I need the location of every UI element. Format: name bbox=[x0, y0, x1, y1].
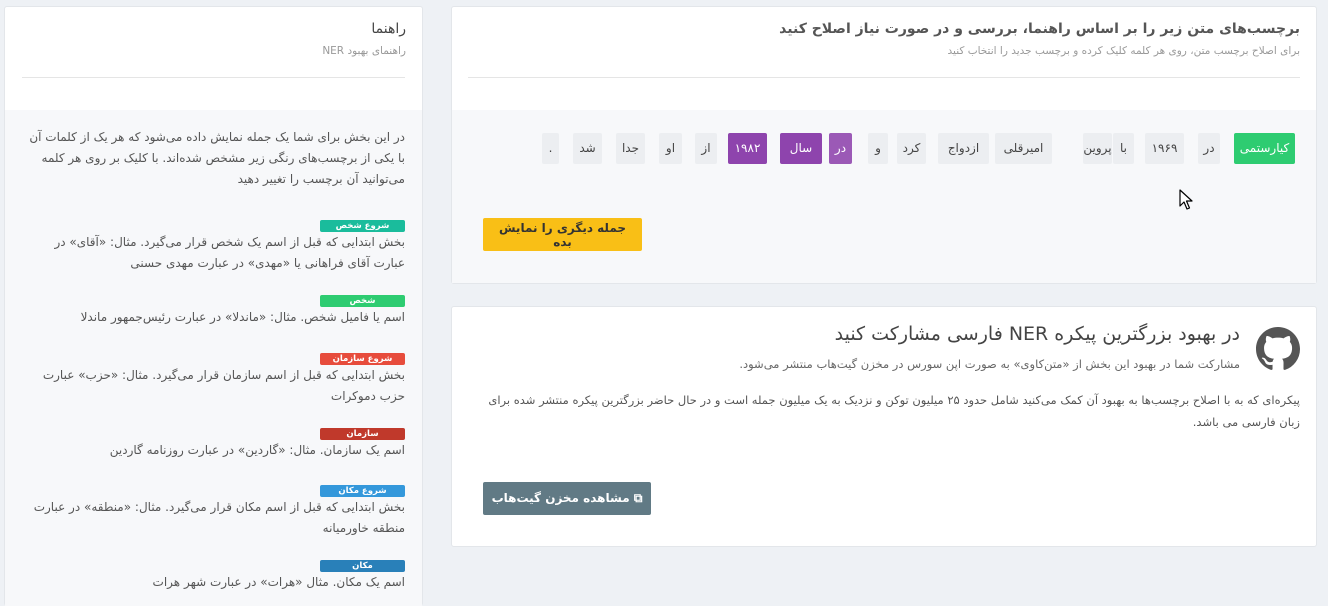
sentence-token[interactable]: ۱۹۶۹ bbox=[1145, 133, 1184, 164]
sentence-card-subtitle: برای اصلاح برچسب متن، روی هر کلمه کلیک ک… bbox=[947, 45, 1300, 57]
contribute-title: در بهبود بزرگترین پیکره NER فارسی مشارکت… bbox=[834, 323, 1240, 345]
sentence-token[interactable]: او bbox=[659, 133, 682, 164]
tag-legend-item: سازمان اسم یک سازمان. مثال: «گاردین» در ع… bbox=[27, 421, 405, 461]
tag-legend-item: شروع مکان بخش ابتدایی که قبل از اسم مکان … bbox=[27, 478, 405, 539]
sentence-token[interactable]: کرد bbox=[897, 133, 926, 164]
tag-legend-item: شروع شخص بخش ابتدایی که قبل از اسم یک شخص… bbox=[27, 213, 405, 274]
tag-badge: شخص bbox=[320, 295, 405, 307]
contribute-subtitle: مشارکت شما در بهبود این بخش از «متن‌کاوی… bbox=[739, 357, 1240, 371]
tag-description: بخش ابتدایی که قبل از اسم مکان قرار می‌گ… bbox=[33, 500, 405, 535]
sentence-token[interactable]: در bbox=[829, 133, 852, 164]
sentence-token[interactable]: پروین bbox=[1083, 133, 1112, 164]
sentence-token[interactable]: سال bbox=[780, 133, 822, 164]
tag-description: بخش ابتدایی که قبل از اسم یک شخص قرار می… bbox=[54, 235, 405, 270]
tag-badge: مکان bbox=[320, 560, 405, 572]
tag-description: اسم یا فامیل شخص. مثال: «ماندلا» در عبار… bbox=[80, 310, 405, 324]
divider bbox=[468, 77, 1300, 78]
view-github-label: مشاهده مخزن گیت‌هاب bbox=[491, 491, 630, 505]
guide-panel: راهنما راهنمای بهبود NER در این بخش برای… bbox=[4, 6, 423, 606]
divider bbox=[22, 77, 405, 78]
tag-legend-item: مکان اسم یک مکان. مثال «هرات» در عبارت شه… bbox=[27, 553, 405, 593]
tag-badge: سازمان bbox=[320, 428, 405, 440]
sentence-card: برچسب‌های متن زیر را بر اساس راهنما، برر… bbox=[451, 6, 1317, 284]
sentence-token[interactable]: و bbox=[868, 133, 888, 164]
contribute-body: پیکره‌ای که به با اصلاح برچسب‌ها به بهبو… bbox=[488, 393, 1300, 429]
sentence-token[interactable]: ۱۹۸۲ bbox=[728, 133, 767, 164]
sentence-token[interactable]: با bbox=[1113, 133, 1134, 164]
guide-header: راهنما راهنمای بهبود NER bbox=[5, 7, 422, 116]
github-icon bbox=[1256, 327, 1300, 370]
tag-description: اسم یک مکان. مثال «هرات» در عبارت شهر هر… bbox=[152, 575, 405, 589]
sentence-token[interactable]: ازدواج bbox=[938, 133, 989, 164]
tag-badge: شروع شخص bbox=[320, 220, 405, 232]
mouse-cursor-icon bbox=[1179, 189, 1193, 210]
sentence-token[interactable]: امیرقلی bbox=[995, 133, 1052, 164]
sentence-token[interactable]: شد bbox=[573, 133, 602, 164]
sentence-token[interactable]: . bbox=[542, 133, 559, 164]
next-sentence-button[interactable]: جمله دیگری را نمایش بده bbox=[483, 218, 642, 251]
sentence-card-title: برچسب‌های متن زیر را بر اساس راهنما، برر… bbox=[779, 21, 1300, 37]
external-link-icon: ⧉ bbox=[633, 491, 643, 505]
guide-title: راهنما bbox=[371, 21, 406, 37]
sentence-token[interactable]: از bbox=[695, 133, 717, 164]
guide-intro: در این بخش برای شما یک جمله نمایش داده م… bbox=[29, 130, 405, 186]
contribute-card: در بهبود بزرگترین پیکره NER فارسی مشارکت… bbox=[451, 306, 1317, 547]
sentence-token[interactable]: در bbox=[1198, 133, 1220, 164]
tag-badge: شروع سازمان bbox=[320, 353, 405, 365]
sentence-token[interactable]: جدا bbox=[616, 133, 645, 164]
tag-legend-item: شخص اسم یا فامیل شخص. مثال: «ماندلا» در ع… bbox=[27, 288, 405, 328]
guide-subtitle: راهنمای بهبود NER bbox=[322, 45, 406, 57]
tag-badge: شروع مکان bbox=[320, 485, 405, 497]
tag-legend-item: شروع سازمان بخش ابتدایی که قبل از اسم ساز… bbox=[27, 346, 405, 407]
sentence-token[interactable]: کیارستمی bbox=[1234, 133, 1295, 164]
tag-description: بخش ابتدایی که قبل از اسم سازمان قرار می… bbox=[42, 368, 405, 403]
tag-description: اسم یک سازمان. مثال: «گاردین» در عبارت ر… bbox=[109, 443, 405, 457]
view-github-button[interactable]: ⧉ مشاهده مخزن گیت‌هاب bbox=[483, 482, 651, 515]
